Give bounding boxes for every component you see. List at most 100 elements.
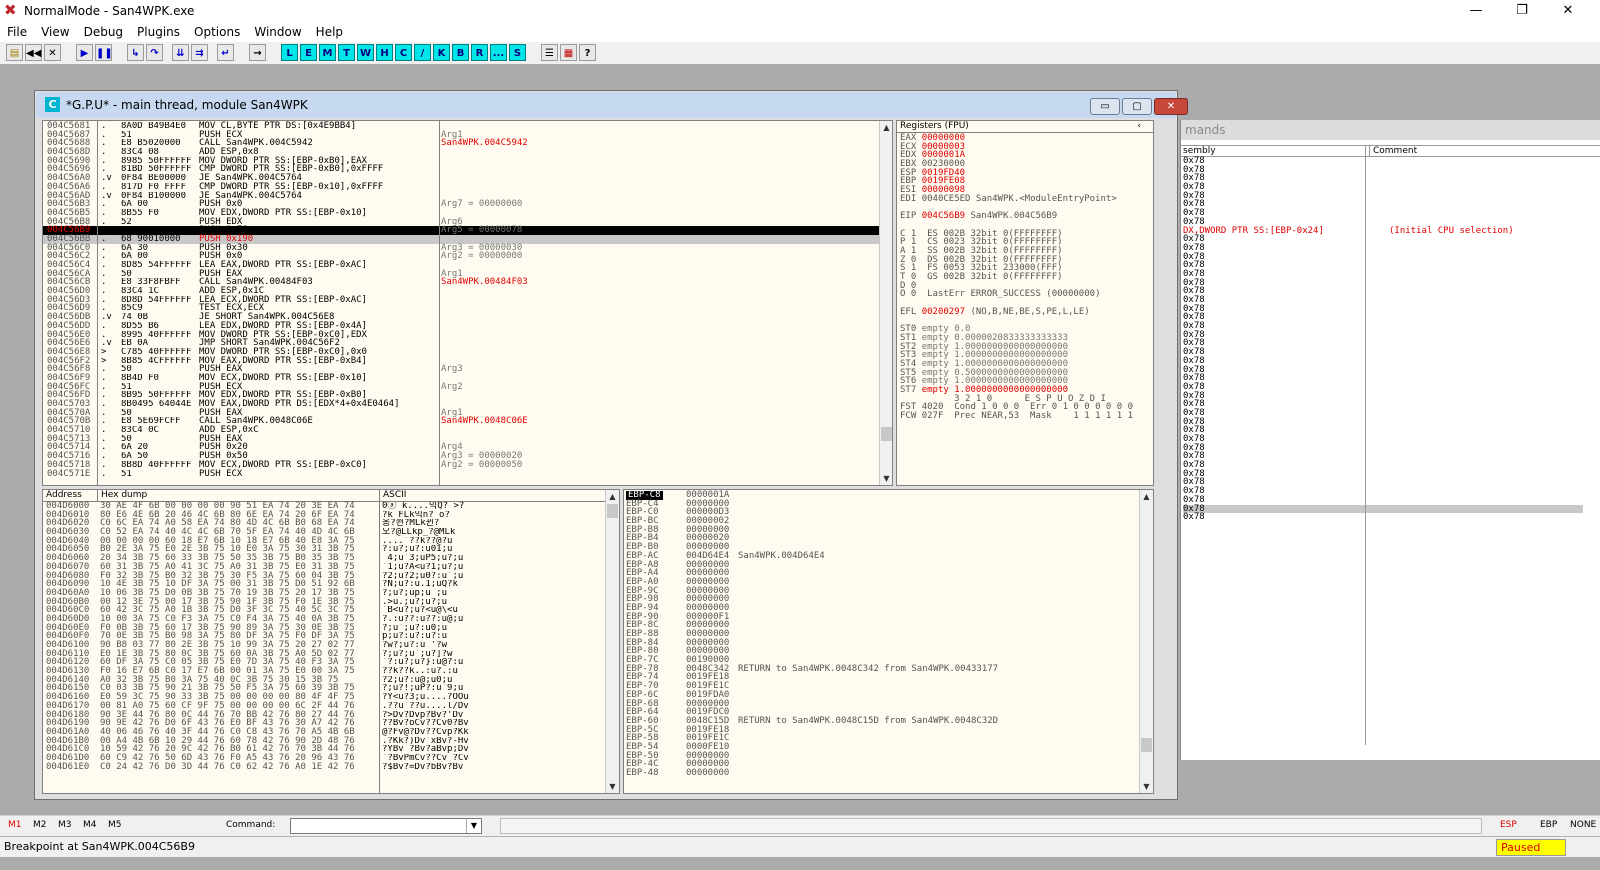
stack-pane[interactable]: EBP-C8 0000001A EBP-C4 00000000 EBP-C0 000000… [623, 489, 1154, 794]
disassembly-list[interactable]: 004C5681. 8A0D B49B4E0 MOV CL,BYTE PTR DS:… [43, 122, 879, 478]
disassembly-pane[interactable]: 004C5681. 8A0D B49B4E0 MOV CL,BYTE PTR DS:… [42, 120, 893, 486]
command-row[interactable]: 0x78 [1183, 313, 1583, 322]
register-row[interactable]: FCW 027F Prec NEAR,53 Mask 1 1 1 1 1 1 [900, 412, 1152, 421]
disasm-row[interactable]: 004C5718. 8B8D 40FFFFFF MOV ECX,DWORD PTR … [43, 460, 879, 470]
command-row[interactable]: 0x78 [1183, 478, 1583, 487]
command-row[interactable]: 0x78 [1183, 504, 1583, 514]
appearance-icon[interactable]: ▦ [560, 44, 577, 61]
command-row[interactable]: 0x78 [1183, 400, 1583, 409]
cpu-button[interactable]: C [395, 44, 412, 61]
source-button[interactable]: S [509, 44, 526, 61]
command-row[interactable]: 0x78 [1183, 287, 1583, 296]
disasm-row[interactable]: 004C56B3. 6A 00 PUSH 0x0 Arg7 = 00000000 [43, 200, 879, 209]
command-row[interactable]: 0x78 [1183, 157, 1583, 166]
chevron-left-icon[interactable]: ‹ [1137, 121, 1141, 132]
register-row[interactable]: EDI 0040CE5ED San4WPK.<ModuleEntryPoint> [900, 194, 1152, 204]
minimize-button[interactable]: — [1453, 0, 1499, 22]
stack-row[interactable]: EBP-48 00000000 [624, 769, 1139, 778]
open-icon[interactable]: ▤ [6, 44, 23, 61]
disasm-row[interactable]: 004C56E0. 8995 40FFFFFF MOV DWORD PTR SS:[… [43, 330, 879, 340]
pause-icon[interactable]: ❚❚ [95, 44, 113, 61]
call-stack-button[interactable]: K [433, 44, 450, 61]
scroll-down-icon[interactable]: ▼ [606, 780, 619, 793]
disasm-row[interactable]: 004C56CB. E8 33F8FBFF CALL San4WPK.00484F0… [43, 278, 879, 287]
command-row[interactable]: 0x78 [1183, 304, 1583, 314]
threads-button[interactable]: T [338, 44, 355, 61]
scroll-up-icon[interactable]: ▲ [606, 490, 619, 503]
dump-row[interactable]: 004D61E0 C0 24 42 76 D0 3D 44 76 C0 62 42… [46, 762, 606, 772]
maximize-button[interactable]: ❐ [1499, 0, 1545, 22]
register-row[interactable]: T 0 GS 002B 32bit 0(FFFFFFFF) [900, 273, 1152, 282]
menu-options[interactable]: Options [187, 22, 247, 42]
command-input[interactable]: ▼ [290, 818, 482, 834]
menu-view[interactable]: View [34, 22, 76, 42]
disasm-row[interactable]: 004C56A0 .v 0F84 BE00000 JE San4WPK.004C576… [43, 174, 879, 183]
disasm-row[interactable]: 004C5710. 83C4 0C ADD ESP,0xC [43, 426, 879, 435]
command-row[interactable]: 0x78 [1183, 426, 1583, 435]
command-row[interactable]: 0x78 [1183, 348, 1583, 357]
command-row[interactable]: 0x78 [1183, 365, 1583, 375]
menu-debug[interactable]: Debug [77, 22, 130, 42]
disasm-row[interactable]: 004C568D. 83C4 08 ADD ESP,0x8 [43, 148, 879, 157]
disasm-row[interactable]: 004C56FC. 51 PUSH ECX Arg2 [43, 382, 879, 392]
command-row[interactable]: 0x78 [1183, 191, 1583, 201]
run-trace-button[interactable]: ... [490, 44, 507, 61]
cpu-minimize-button[interactable]: ▭ [1090, 98, 1120, 115]
command-row[interactable]: 0x78 [1183, 200, 1583, 209]
m2-button[interactable]: M2 [33, 820, 47, 830]
m4-button[interactable]: M4 [83, 820, 97, 830]
cpu-close-button[interactable]: ✕ [1154, 98, 1188, 115]
breakpoints-button[interactable]: B [452, 44, 469, 61]
scroll-down-icon[interactable]: ▼ [1140, 780, 1153, 793]
trace-over-icon[interactable]: ⇉ [191, 44, 208, 61]
memory-map-button[interactable]: M [319, 44, 336, 61]
disasm-row[interactable]: 004C56B9. 6A 78 PUSH 0x78 Arg5 = 00000078 [43, 226, 879, 235]
list-icon[interactable]: ☰ [541, 44, 558, 61]
m3-button[interactable]: M3 [58, 820, 72, 830]
disasm-row[interactable]: 004C56DB .v 74 0B JE SHORT San4WPK.004C56E8 [43, 313, 879, 322]
register-row[interactable]: O 0 LastErr ERROR_SUCCESS (00000000) [900, 290, 1152, 299]
log-window-button[interactable]: L [281, 44, 298, 61]
dropdown-arrow-icon[interactable]: ▼ [466, 819, 481, 833]
command-row[interactable]: 0x78 [1183, 417, 1583, 427]
command-row[interactable]: 0x78 [1183, 356, 1583, 366]
command-row[interactable]: 0x78 [1183, 209, 1583, 218]
register-row[interactable]: EFL 00200297 (NO,B,NE,BE,S,PE,L,LE) [900, 307, 1152, 317]
command-row[interactable]: 0x78 [1183, 330, 1583, 340]
command-row[interactable]: 0x78 [1183, 270, 1583, 279]
none-toggle[interactable]: NONE [1570, 820, 1596, 830]
cpu-window-title-bar[interactable]: C *G.P.U* - main thread, module San4WPK … [36, 92, 1188, 118]
stack-scrollbar[interactable]: ▲ ▼ [1139, 490, 1153, 793]
close-button[interactable]: ✕ [1545, 0, 1591, 22]
commands-window[interactable]: mands sembly Comment 0x78 0x78 0x78 0x78 0x7… [1180, 120, 1600, 760]
command-row[interactable]: 0x78 [1183, 296, 1583, 305]
execute-till-return-icon[interactable]: ↵ [217, 44, 234, 61]
step-over-icon[interactable]: ↷ [146, 44, 163, 61]
command-row[interactable]: 0x78 [1183, 383, 1583, 392]
disasm-row[interactable]: 004C571E. 51 PUSH ECX [43, 469, 879, 479]
command-row[interactable]: 0x78 [1183, 165, 1583, 175]
disasm-row[interactable]: 004C570B. E8 5E69FCFF CALL San4WPK.0048C06… [43, 417, 879, 426]
command-row[interactable]: 0x78 [1183, 374, 1583, 383]
disassembly-scrollbar[interactable]: ▲ ▼ [879, 121, 892, 485]
registers-header[interactable]: Registers (FPU) ‹ [897, 121, 1153, 133]
command-row[interactable]: 0x78 [1183, 278, 1583, 288]
menu-file[interactable]: File [0, 22, 34, 42]
esp-toggle[interactable]: ESP [1500, 820, 1517, 830]
menu-plugins[interactable]: Plugins [130, 22, 187, 42]
command-row[interactable]: 0x78 [1183, 443, 1583, 453]
scroll-down-icon[interactable]: ▼ [880, 472, 892, 485]
disasm-row[interactable]: 004C56E6 .v EB 0A JMP SHORT San4WPK.004C56F… [43, 339, 879, 348]
disasm-row[interactable]: 004C56D9. 85C9 TEST ECX,ECX [43, 304, 879, 313]
disasm-row[interactable]: 004C5688. E8 B5020000 CALL San4WPK.004C594… [43, 139, 879, 148]
menu-help[interactable]: Help [309, 22, 350, 42]
goto-icon[interactable]: → [249, 44, 266, 61]
disasm-row[interactable]: 004C56C2. 6A 00 PUSH 0x0 Arg2 = 00000000 [43, 252, 879, 261]
windows-button[interactable]: W [357, 44, 374, 61]
command-row[interactable]: 0x78 [1183, 252, 1583, 262]
disasm-row[interactable]: 004C56F8. 50 PUSH EAX Arg3 [43, 365, 879, 374]
command-row[interactable]: 0x78 [1183, 261, 1583, 270]
register-row[interactable]: EIP 004C56B9 San4WPK.004C56B9 [900, 212, 1152, 221]
disasm-row[interactable]: 004C5696. 81BD 50FFFFFF CMP DWORD PTR SS:[… [43, 165, 879, 174]
executable-modules-button[interactable]: E [300, 44, 317, 61]
